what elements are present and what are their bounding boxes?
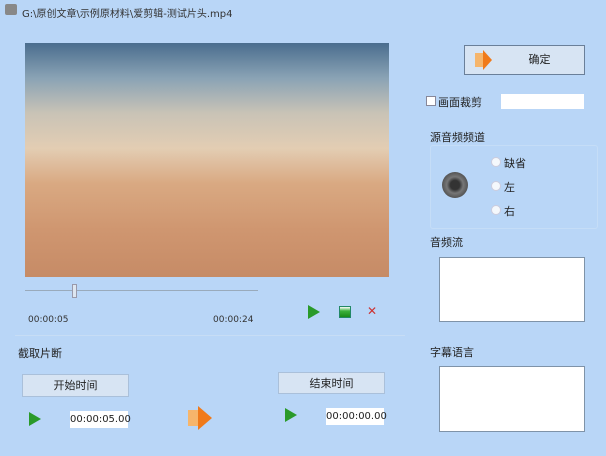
crop-checkbox[interactable]	[426, 96, 436, 106]
radio-default[interactable]	[491, 157, 501, 167]
mute-icon[interactable]: ✕	[367, 304, 377, 318]
channel-label: 源音频频道	[430, 131, 485, 144]
window-title: G:\原创文章\示例原材料\爱剪辑-测试片头.mp4	[22, 9, 233, 20]
radio-right-label: 右	[504, 205, 515, 218]
start-time-button[interactable]: 开始时间	[22, 374, 129, 397]
play-icon[interactable]	[308, 305, 320, 319]
preview-start-icon[interactable]	[29, 412, 41, 426]
start-time-field[interactable]: 00:00:05.00	[70, 411, 131, 428]
audio-stream-list[interactable]	[439, 257, 585, 322]
arrow-icon	[198, 406, 212, 430]
preview-end-icon[interactable]	[285, 408, 297, 422]
radio-left[interactable]	[491, 181, 501, 191]
app-icon	[5, 4, 17, 15]
audio-stream-label: 音频流	[430, 236, 463, 249]
subtitle-list[interactable]	[439, 366, 585, 432]
confirm-label: 确定	[528, 53, 551, 66]
end-time-field[interactable]: 00:00:00.00	[326, 408, 387, 425]
stop-icon[interactable]	[339, 306, 351, 318]
crop-label: 画面裁剪	[438, 96, 482, 109]
divider	[15, 335, 405, 336]
video-preview	[25, 43, 389, 277]
total-time: 00:00:24	[213, 315, 254, 325]
speaker-icon	[442, 172, 468, 198]
confirm-arrow-icon	[475, 53, 483, 67]
crop-input[interactable]	[501, 94, 584, 109]
radio-left-label: 左	[504, 181, 515, 194]
arrow-icon-body	[188, 410, 198, 426]
radio-right[interactable]	[491, 205, 501, 215]
seek-track[interactable]	[25, 290, 258, 291]
current-time: 00:00:05	[28, 315, 69, 325]
subtitle-label: 字幕语言	[430, 346, 474, 359]
radio-default-label: 缺省	[504, 157, 526, 170]
clip-section-label: 截取片断	[18, 347, 62, 360]
confirm-button[interactable]: 确定	[464, 45, 585, 75]
end-time-button[interactable]: 结束时间	[278, 372, 385, 394]
seek-thumb[interactable]	[71, 284, 77, 298]
